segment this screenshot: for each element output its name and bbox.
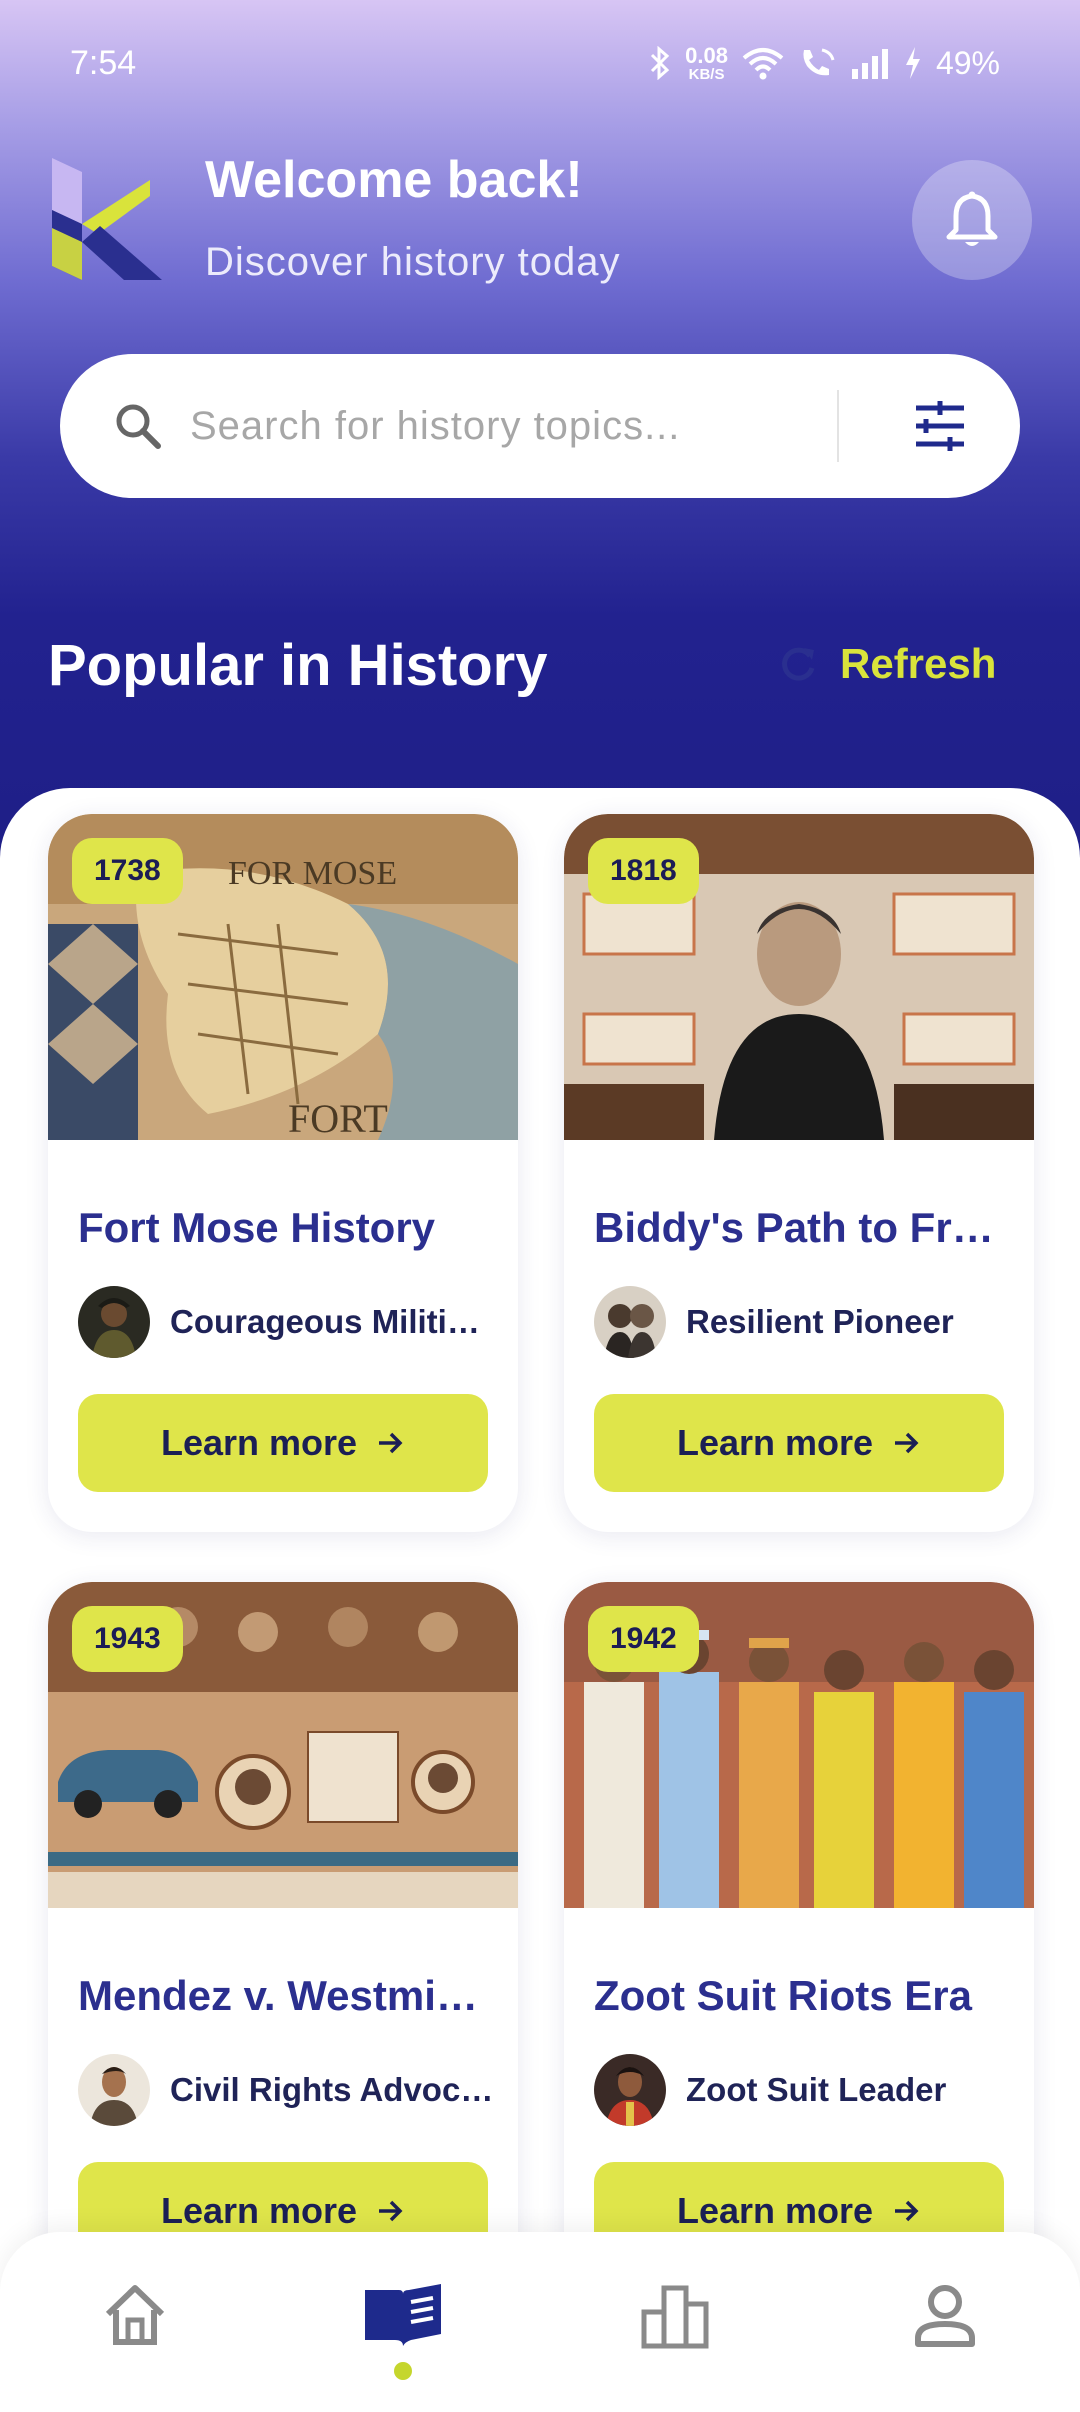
app-logo <box>52 158 162 280</box>
card-author: Zoot Suit Leader <box>594 2054 1014 2126</box>
signal-icon <box>850 47 890 79</box>
history-card[interactable]: FOR MOSE FORT 1738 Fort Mose History Cou… <box>48 814 518 1532</box>
card-image: 1943 <box>48 1582 518 1908</box>
card-title: Fort Mose History <box>78 1204 436 1251</box>
card-title: Zoot Suit Riots Era <box>594 1972 972 2019</box>
arrow-right-icon <box>895 2200 919 2222</box>
refresh-icon <box>782 647 815 681</box>
learn-more-label: Learn more <box>676 1422 874 1463</box>
card-author: Resilient Pioneer <box>594 1286 1014 1358</box>
author-name: Civil Rights Advocate <box>170 2071 498 2108</box>
card-author: Courageous Militia Leader <box>78 1286 498 1358</box>
active-indicator <box>394 2362 412 2380</box>
wifi-call-icon <box>798 46 836 80</box>
notifications-button[interactable] <box>912 160 1032 280</box>
history-card[interactable]: 1943 Mendez v. Westminster Civil Rights … <box>48 1582 518 2282</box>
section-title: Popular in History <box>48 633 548 698</box>
author-name: Resilient Pioneer <box>686 1303 954 1340</box>
wifi-icon <box>742 46 784 80</box>
card-title: Biddy's Path to Freedom <box>594 1204 1014 1251</box>
search-icon <box>116 404 161 449</box>
learn-more-label: Learn more <box>160 2190 358 2231</box>
svg-text:FORT: FORT <box>288 1096 388 1140</box>
author-name: Zoot Suit Leader <box>686 2071 947 2108</box>
card-image: 1942 <box>564 1582 1034 1908</box>
year-badge: 1738 <box>72 838 183 904</box>
refresh-button[interactable]: Refresh <box>778 640 996 688</box>
year-badge: 1942 <box>588 1606 699 1672</box>
status-time: 7:54 <box>70 44 137 82</box>
nav-learn[interactable] <box>358 2280 448 2360</box>
charging-icon <box>904 46 922 80</box>
year-badge: 1818 <box>588 838 699 904</box>
bluetooth-icon <box>649 46 671 80</box>
filter-icon[interactable] <box>910 398 970 454</box>
search-input[interactable] <box>190 394 810 458</box>
svg-text:FOR MOSE: FOR MOSE <box>228 855 397 892</box>
year-badge: 1943 <box>72 1606 183 1672</box>
card-image: 1818 <box>564 814 1034 1140</box>
arrow-right-icon <box>895 1432 919 1454</box>
search-bar <box>60 354 1020 498</box>
card-author: Civil Rights Advocate <box>78 2054 498 2126</box>
home-icon <box>105 2285 165 2345</box>
nav-home[interactable] <box>90 2280 180 2360</box>
learn-more-button[interactable]: Learn more <box>594 1394 1004 1492</box>
leaderboard-icon <box>641 2285 709 2349</box>
net-speed: 0.08 KB/S <box>685 42 728 83</box>
bell-icon <box>946 191 998 246</box>
refresh-label: Refresh <box>840 640 997 687</box>
book-icon <box>365 2284 441 2346</box>
card-title: Mendez v. Westminster <box>78 1972 498 2019</box>
avatar <box>78 1286 150 1358</box>
welcome-subtitle: Discover history today <box>205 240 621 284</box>
welcome-title: Welcome back! <box>205 151 583 209</box>
learn-more-label: Learn more <box>160 1422 358 1463</box>
card-image: FOR MOSE FORT 1738 <box>48 814 518 1140</box>
nav-leaderboard[interactable] <box>630 2280 720 2360</box>
profile-icon <box>915 2285 975 2347</box>
arrow-right-icon <box>379 1432 403 1454</box>
avatar <box>594 2054 666 2126</box>
status-bar: 7:54 0.08 KB/S 49% <box>0 40 1080 86</box>
author-name: Courageous Militia Leader <box>170 1303 498 1340</box>
search-divider <box>837 390 839 462</box>
learn-more-label: Learn more <box>676 2190 874 2231</box>
history-card[interactable]: 1818 Biddy's Path to Freedom Resilient P… <box>564 814 1034 1532</box>
history-card[interactable]: 1942 Zoot Suit Riots Era Zoot Suit Leade… <box>564 1582 1034 2282</box>
battery-text: 49% <box>935 44 1000 81</box>
avatar <box>78 2054 150 2126</box>
avatar <box>594 1286 666 1358</box>
nav-profile[interactable] <box>900 2280 990 2360</box>
status-icons: 0.08 KB/S 49% <box>649 40 1000 86</box>
bottom-navigation <box>0 2232 1080 2412</box>
learn-more-button[interactable]: Learn more <box>78 1394 488 1492</box>
arrow-right-icon <box>379 2200 403 2222</box>
